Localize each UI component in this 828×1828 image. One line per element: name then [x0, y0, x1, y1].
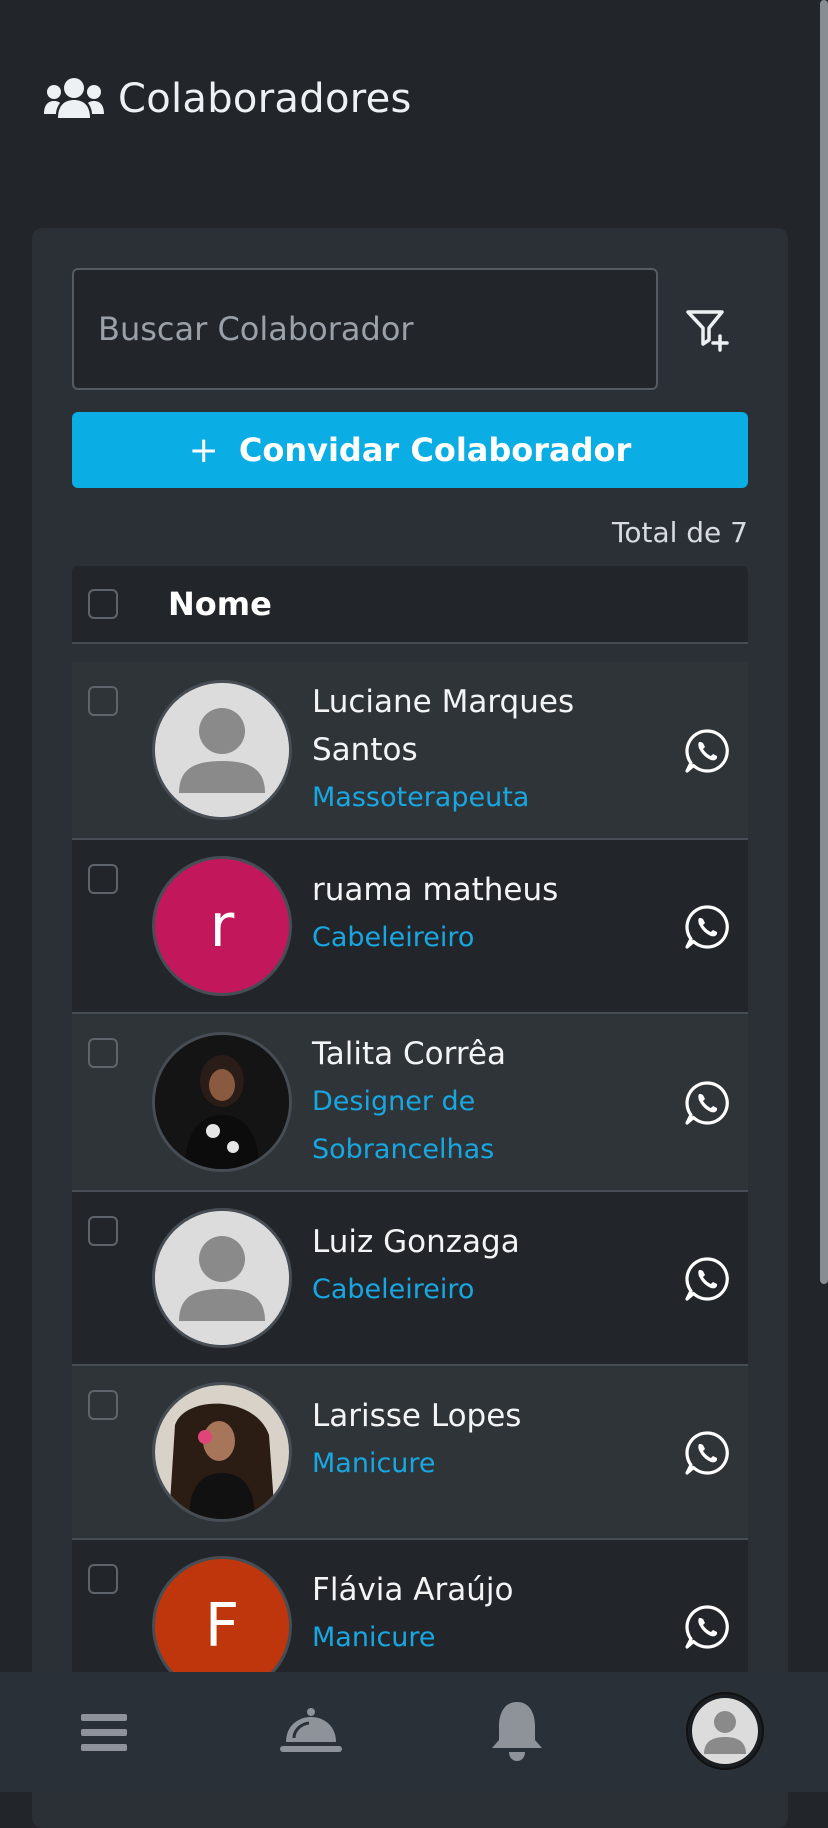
collaborator-role: Manicure — [312, 1622, 436, 1653]
collaborator-name: Luiz Gonzaga — [312, 1224, 520, 1260]
profile-photo — [155, 1035, 289, 1169]
whatsapp-icon[interactable] — [684, 1256, 730, 1302]
table-row[interactable]: r ruama matheus Cabeleireiro — [72, 840, 748, 1014]
collaborator-role: Massoterapeuta — [312, 782, 530, 813]
filter-plus-icon — [686, 310, 729, 352]
search-field[interactable] — [72, 268, 658, 390]
column-header-name: Nome — [168, 585, 272, 623]
collaborator-name: Flávia Araújo — [312, 1572, 514, 1608]
whatsapp-icon[interactable] — [684, 904, 730, 950]
collaborator-name: Luciane Marques Santos — [312, 684, 575, 768]
plus-icon: + — [188, 429, 219, 471]
scrollbar[interactable] — [820, 0, 828, 1284]
invite-button-label: Convidar Colaborador — [238, 431, 632, 469]
collaborator-name: ruama matheus — [312, 872, 559, 908]
default-avatar-icon — [155, 1211, 289, 1345]
users-icon — [44, 78, 104, 118]
page-header: Colaboradores — [44, 76, 412, 122]
row-checkbox[interactable] — [88, 1564, 118, 1594]
nav-notifications-button[interactable] — [486, 1698, 548, 1764]
row-checkbox[interactable] — [88, 1216, 118, 1246]
avatar-letter: r — [209, 891, 235, 961]
page-title: Colaboradores — [118, 76, 412, 122]
whatsapp-icon[interactable] — [684, 1430, 730, 1476]
collaborator-role: Designer de Sobrancelhas — [312, 1086, 495, 1165]
table-header: Nome — [72, 566, 748, 644]
row-checkbox[interactable] — [88, 864, 118, 894]
avatar: r — [152, 856, 292, 996]
nav-services-button[interactable] — [278, 1702, 344, 1762]
table-row[interactable]: Larisse Lopes Manicure — [72, 1366, 748, 1540]
select-all-checkbox[interactable] — [88, 589, 118, 619]
search-input[interactable] — [96, 309, 634, 349]
bell-icon — [492, 1702, 542, 1761]
collaborators-card: + Convidar Colaborador Total de 7 Nome L… — [32, 228, 788, 1828]
invite-collaborator-button[interactable]: + Convidar Colaborador — [72, 412, 748, 488]
service-bell-icon — [280, 1708, 342, 1752]
profile-avatar-icon — [686, 1692, 764, 1770]
avatar — [152, 1032, 292, 1172]
collaborator-role: Cabeleireiro — [312, 1274, 475, 1305]
collaborator-role: Cabeleireiro — [312, 922, 475, 953]
total-count: Total de 7 — [611, 516, 748, 549]
nav-menu-button[interactable] — [74, 1706, 134, 1758]
bottom-nav — [0, 1672, 828, 1792]
row-checkbox[interactable] — [88, 1390, 118, 1420]
avatar-letter: F — [204, 1591, 240, 1661]
table-row[interactable]: Luiz Gonzaga Cabeleireiro — [72, 1192, 748, 1366]
row-checkbox[interactable] — [88, 686, 118, 716]
collaborator-name: Talita Corrêa — [312, 1036, 506, 1072]
nav-profile-button[interactable] — [684, 1690, 766, 1772]
menu-icon — [81, 1714, 127, 1751]
row-checkbox[interactable] — [88, 1038, 118, 1068]
whatsapp-icon[interactable] — [684, 1604, 730, 1650]
avatar — [152, 1382, 292, 1522]
collaborator-name: Larisse Lopes — [312, 1398, 522, 1434]
table-row[interactable]: Luciane Marques Santos Massoterapeuta — [72, 662, 748, 840]
avatar — [152, 1208, 292, 1348]
default-avatar-icon — [155, 683, 289, 817]
table-row[interactable]: Talita Corrêa Designer de Sobrancelhas — [72, 1014, 748, 1192]
filter-button[interactable] — [680, 302, 736, 358]
whatsapp-icon[interactable] — [684, 728, 730, 774]
whatsapp-icon[interactable] — [684, 1080, 730, 1126]
profile-photo — [155, 1385, 289, 1519]
collaborator-role: Manicure — [312, 1448, 436, 1479]
avatar — [152, 680, 292, 820]
